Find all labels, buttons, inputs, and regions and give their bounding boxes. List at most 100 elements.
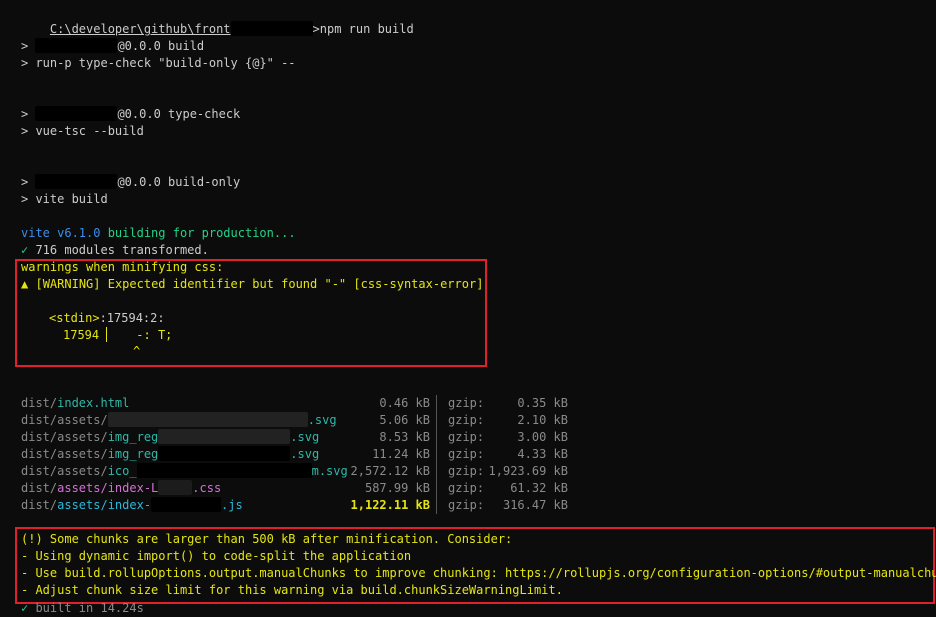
css-warning-line: ▲ [WARNING] Expected identifier but foun… — [21, 276, 483, 293]
step-buildonly-run: > vite build — [21, 192, 108, 206]
redacted-block — [158, 480, 193, 495]
gzip-size: 0.35 kB — [517, 396, 568, 410]
output-file-row: dist/index.html 0.46 kB gzip: 0.35 kB — [0, 395, 936, 412]
css-warning-location: <stdin>:17594:2: — [49, 310, 165, 327]
file-dir: dist/ — [21, 498, 58, 512]
gzip-label: gzip: — [448, 447, 485, 461]
file-dir: dist/assets/ — [21, 413, 108, 427]
file-dir: dist/assets/ — [21, 447, 108, 461]
css-warning-header: warnings when minifying css: — [21, 260, 224, 274]
output-file-row: dist/assets/img_reg .svg 11.24 kB gzip: 4… — [0, 446, 936, 463]
gzip-label: gzip: — [448, 498, 485, 512]
file-dir: dist/ — [21, 396, 58, 410]
file-size: 11.24 kB — [372, 447, 430, 461]
redacted-block — [35, 106, 118, 121]
step-version: @0.0.0 build — [117, 39, 205, 53]
file-size: 1,122.11 kB — [350, 498, 430, 512]
redacted-block — [151, 497, 222, 512]
vite-version: vite v6.1.0 — [21, 226, 101, 240]
gzip-label: gzip: — [448, 464, 485, 478]
file-name: img_reg — [107, 447, 159, 461]
prompt-char: > — [312, 22, 320, 36]
vite-modules-line: ✓ 716 modules transformed. — [21, 242, 209, 259]
step-build-run: > run-p type-check "build-only {@}" -- — [21, 56, 296, 70]
gzip-label: gzip: — [448, 396, 485, 410]
redacted-block — [35, 38, 118, 53]
column-separator — [436, 412, 437, 429]
file-name: assets/index-L — [57, 481, 159, 495]
file-size: 587.99 kB — [364, 481, 430, 495]
built-time: built in 14.24s — [28, 601, 144, 615]
terminal-window[interactable]: C:\developer\github\front >npm run build … — [0, 0, 936, 617]
file-name: ico_ — [107, 464, 137, 478]
redacted-block — [35, 174, 118, 189]
column-separator — [436, 429, 437, 446]
file-ext: .svg — [290, 430, 320, 444]
file-name: assets/index- — [57, 498, 152, 512]
redacted-block — [136, 463, 312, 478]
step-typecheck-header: > @0.0.0 type-check — [21, 106, 241, 121]
warning-triangle-icon: ▲ — [21, 277, 29, 291]
vite-building-text: building for production... — [100, 226, 296, 240]
built-line: ✓ built in 14.24s — [21, 600, 144, 617]
css-warning-code-line: 17594 -: T; — [63, 327, 172, 344]
file-ext: .js — [221, 498, 243, 512]
step-version: @0.0.0 type-check — [117, 107, 241, 121]
file-ext: .svg — [290, 447, 320, 461]
gzip-size: 2.10 kB — [517, 413, 568, 427]
warning-text: Expected identifier but found "-" [css-s… — [107, 277, 484, 291]
gutter-bar — [106, 327, 108, 342]
modules-count: 716 modules transformed. — [28, 243, 209, 257]
prompt-line: C:\developer\github\front >npm run build — [21, 4, 414, 36]
step-version: @0.0.0 build-only — [117, 175, 241, 189]
css-warning-caret: ^ — [133, 344, 141, 358]
gzip-label: gzip: — [448, 413, 485, 427]
file-name: img_reg — [107, 430, 159, 444]
output-file-row: dist/assets/img_reg .svg 8.53 kB gzip: 3.… — [0, 429, 936, 446]
redacted-block — [158, 429, 291, 444]
vite-building-line: vite v6.1.0 building for production... — [21, 225, 296, 242]
gzip-size: 61.32 kB — [510, 481, 568, 495]
column-separator — [436, 497, 437, 514]
chunk-warning-line: - Using dynamic import() to code-split t… — [21, 549, 412, 563]
prompt-path: C:\developer\github\front — [49, 22, 231, 36]
file-size: 8.53 kB — [379, 430, 430, 444]
redacted-block — [230, 21, 313, 36]
location-file: <stdin> — [49, 311, 100, 325]
location-position: :17594:2: — [99, 311, 165, 325]
step-build-header: > @0.0.0 build — [21, 38, 205, 53]
gzip-size: 316.47 kB — [502, 498, 568, 512]
step-buildonly-header: > @0.0.0 build-only — [21, 174, 241, 189]
column-separator — [436, 480, 437, 497]
redacted-block — [158, 446, 291, 461]
chunk-warning-line: - Use build.rollupOptions.output.manualC… — [21, 566, 936, 580]
file-size: 2,572.12 kB — [350, 464, 430, 478]
file-dir: dist/assets/ — [21, 430, 108, 444]
warning-tag: [WARNING] — [35, 277, 101, 291]
column-separator — [436, 463, 437, 480]
line-number: 17594 — [63, 328, 100, 342]
prompt-command: npm run build — [319, 22, 414, 36]
output-file-row: dist/assets/index- .js 1,122.11 kB gzip: … — [0, 497, 936, 514]
gzip-size: 3.00 kB — [517, 430, 568, 444]
file-ext: .css — [192, 481, 222, 495]
output-file-row: dist/assets/index-L .css 587.99 kB gzip: … — [0, 480, 936, 497]
chunk-warning-line: (!) Some chunks are larger than 500 kB a… — [21, 532, 513, 546]
step-typecheck-run: > vue-tsc --build — [21, 124, 144, 138]
gzip-label: gzip: — [448, 481, 485, 495]
file-size: 0.46 kB — [379, 396, 430, 410]
gzip-label: gzip: — [448, 430, 485, 444]
file-dir: dist/ — [21, 481, 58, 495]
output-file-row: dist/assets/ico_ m.svg 2,572.12 kB gzip: … — [0, 463, 936, 480]
gzip-size: 4.33 kB — [517, 447, 568, 461]
redacted-block — [107, 412, 308, 427]
file-dir: dist/assets/ — [21, 464, 108, 478]
column-separator — [436, 446, 437, 463]
gzip-size: 1,923.69 kB — [488, 464, 568, 478]
output-file-row: dist/assets/ .svg 5.06 kB gzip: 2.10 kB — [0, 412, 936, 429]
chunk-warning-line: - Adjust chunk size limit for this warni… — [21, 583, 563, 597]
file-name: index.html — [57, 396, 130, 410]
file-size: 5.06 kB — [379, 413, 430, 427]
line-code: -: T; — [136, 328, 173, 342]
column-separator — [436, 395, 437, 412]
